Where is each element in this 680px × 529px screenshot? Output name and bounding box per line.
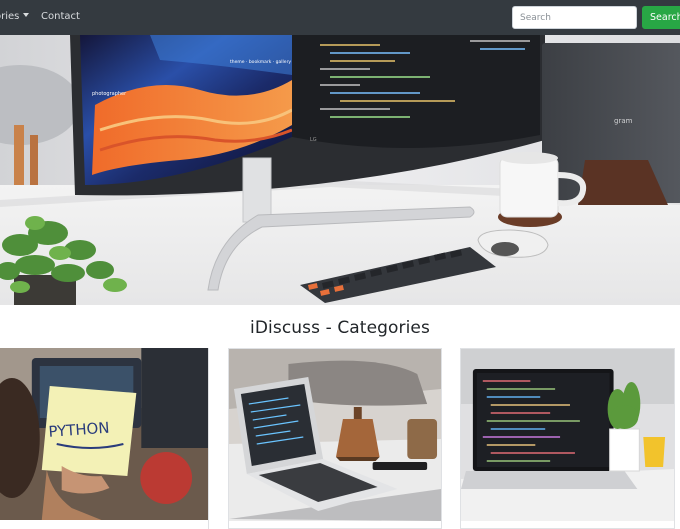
category-card[interactable] bbox=[228, 348, 442, 529]
nav-contact-link[interactable]: Contact bbox=[41, 11, 80, 22]
svg-text:theme · bookmark · gallery: theme · bookmark · gallery bbox=[230, 59, 291, 65]
caret-down-icon bbox=[23, 13, 30, 17]
svg-text:gram: gram bbox=[614, 117, 633, 125]
search-button[interactable]: Search bbox=[642, 6, 680, 29]
nav-categories-dropdown[interactable]: ories bbox=[0, 11, 30, 22]
laptop-code-category-image bbox=[461, 349, 674, 521]
laptop-coffee-category-image bbox=[229, 349, 441, 521]
category-card[interactable] bbox=[460, 348, 675, 529]
category-card[interactable]: PYTHON bbox=[0, 348, 209, 529]
categories-heading: iDiscuss - Categories bbox=[250, 318, 430, 338]
desk-workspace-illustration: photographer theme · bookmark · gallery … bbox=[0, 35, 680, 305]
navbar: ories Contact Search bbox=[0, 0, 680, 35]
python-category-image: PYTHON bbox=[0, 348, 208, 520]
nav-categories-label: ories bbox=[0, 11, 20, 22]
svg-text:LG: LG bbox=[310, 137, 317, 143]
svg-text:photographer: photographer bbox=[92, 91, 127, 97]
search-input[interactable] bbox=[512, 6, 637, 29]
hero-carousel-image: photographer theme · bookmark · gallery … bbox=[0, 35, 680, 305]
